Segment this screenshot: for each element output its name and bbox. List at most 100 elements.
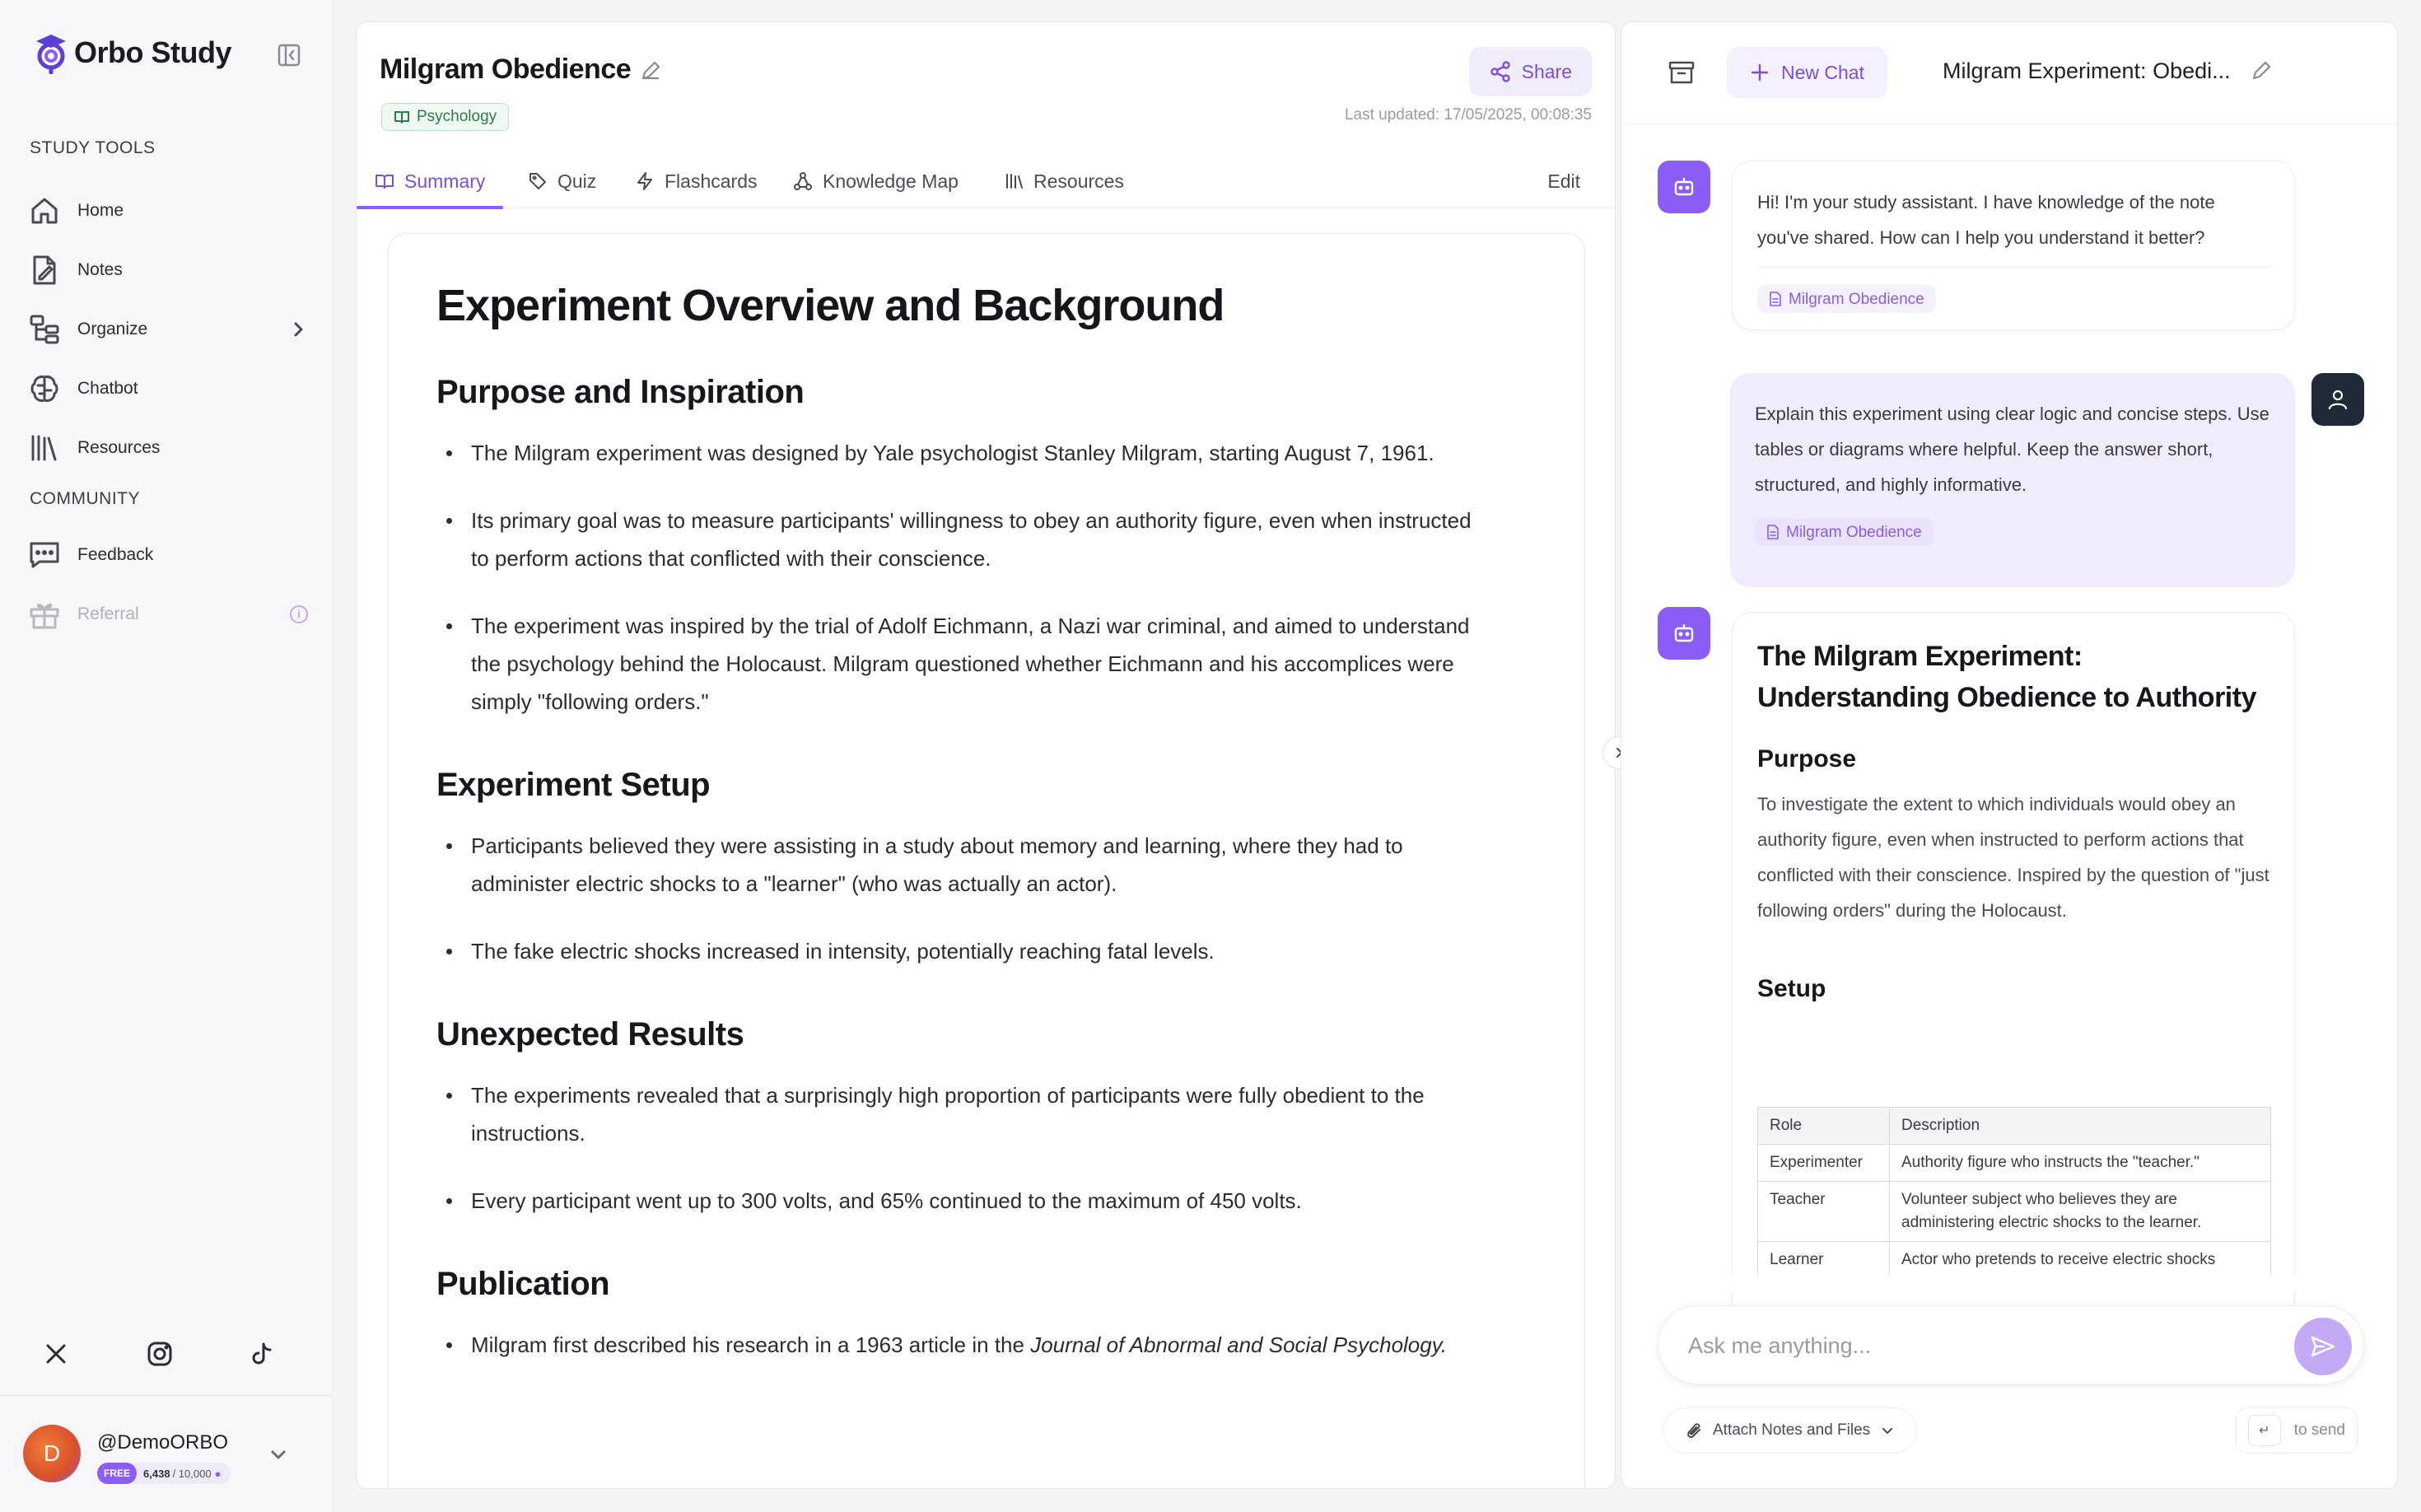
plus-icon	[1751, 63, 1769, 82]
x-link[interactable]	[41, 1339, 71, 1369]
list-item: Every participant went up to 300 volts, …	[436, 1182, 1474, 1220]
note-reference-chip[interactable]: Milgram Obedience	[1755, 518, 1934, 546]
sidebar-item-resources[interactable]: Resources	[28, 425, 308, 471]
section-heading: Unexpected Results	[436, 1016, 744, 1052]
sidebar-item-label: Organize	[77, 320, 148, 338]
credit-limit: / 10,000	[172, 1467, 212, 1480]
table-cell: Authority figure who instructs the "teac…	[1889, 1144, 2271, 1182]
message-icon	[30, 542, 59, 568]
assistant-avatar	[1658, 161, 1710, 213]
book-open-icon	[376, 175, 394, 189]
tab-summary[interactable]: Summary	[357, 154, 504, 209]
list-item: The fake electric shocks increased in in…	[436, 932, 1474, 970]
assistant-answer: The Milgram Experiment: Understanding Ob…	[1732, 612, 2295, 1337]
table-row: Experimenter Authority figure who instru…	[1757, 1144, 2271, 1182]
collapse-sidebar-button[interactable]	[277, 43, 301, 68]
send-hint: ↵ to send	[2235, 1407, 2358, 1454]
subject-tag[interactable]: Psychology	[381, 103, 510, 131]
section-heading: Publication	[436, 1266, 610, 1302]
share-icon	[1490, 61, 1510, 82]
archive-icon	[1668, 61, 1695, 84]
sidebar-item-feedback[interactable]: Feedback	[28, 532, 308, 578]
edit-note-button[interactable]: Edit	[1547, 154, 1580, 208]
chat-header: New Chat Milgram Experiment: Obedi...	[1621, 22, 2397, 124]
network-icon	[794, 172, 812, 190]
x-icon	[46, 1344, 66, 1364]
chat-title: Milgram Experiment: Obedi...	[1943, 58, 2231, 83]
bullet-list: Milgram first described his research in …	[436, 1326, 1537, 1364]
answer-section-heading: Setup	[1757, 975, 1826, 1002]
tiktok-link[interactable]	[247, 1339, 277, 1369]
table-header-row: Role Description	[1757, 1107, 2271, 1145]
section-heading: Purpose and Inspiration	[436, 374, 805, 410]
instagram-icon	[147, 1342, 172, 1366]
list-item-text: Milgram first described his research in …	[471, 1332, 1031, 1357]
tab-label: Knowledge Map	[823, 170, 959, 192]
chat-history-button[interactable]	[1668, 58, 1696, 86]
tab-quiz[interactable]: Quiz	[528, 154, 596, 208]
sidebar-item-label: Notes	[77, 260, 123, 279]
tab-flashcards[interactable]: Flashcards	[635, 154, 757, 208]
rename-chat-button[interactable]	[2251, 60, 2272, 82]
sidebar-item-notes[interactable]: Notes	[28, 247, 308, 293]
note-tabs: Summary Quiz Flashcards Knowledge Map Re…	[357, 154, 1615, 209]
message-divider	[1757, 267, 2269, 268]
plan-badge: FREE 6,438 / 10,000 ●	[97, 1463, 231, 1484]
sidebar-item-label: Chatbot	[77, 379, 138, 398]
tab-label: Resources	[1033, 170, 1124, 192]
chat-input-box	[1658, 1305, 2364, 1384]
tab-knowledge-map[interactable]: Knowledge Map	[793, 154, 959, 208]
app-name: Orbo Study	[74, 35, 232, 69]
sidebar-item-label: Feedback	[77, 545, 154, 564]
sidebar-item-home[interactable]: Home	[28, 188, 308, 234]
username: @DemoORBO	[97, 1431, 229, 1454]
list-item: The experiment was inspired by the trial…	[436, 607, 1474, 721]
list-item: The Milgram experiment was designed by Y…	[436, 434, 1474, 472]
instagram-link[interactable]	[145, 1339, 175, 1369]
table-cell: Teacher	[1757, 1181, 1890, 1242]
scroll-fade	[1621, 1274, 2397, 1290]
lightning-icon	[637, 172, 652, 190]
tab-label: Flashcards	[665, 170, 758, 192]
profile-menu-button[interactable]	[268, 1444, 288, 1464]
tab-label: Summary	[404, 170, 486, 192]
home-icon	[31, 198, 58, 224]
bullet-list: The experiments revealed that a surprisi…	[436, 1076, 1537, 1220]
sidebar-item-referral[interactable]: Referral i	[28, 591, 308, 637]
enter-key-icon: ↵	[2247, 1415, 2281, 1446]
paperclip-icon	[1687, 1423, 1700, 1439]
pencil-icon	[2252, 61, 2271, 80]
avatar[interactable]: D	[23, 1425, 81, 1482]
table-cell: Volunteer subject who believes they are …	[1889, 1181, 2271, 1242]
send-button[interactable]	[2294, 1318, 2352, 1375]
share-button[interactable]: Share	[1468, 47, 1592, 96]
list-item: The experiments revealed that a surprisi…	[436, 1076, 1474, 1152]
note-reference-chip[interactable]: Milgram Obedience	[1757, 285, 1936, 313]
tab-resources[interactable]: Resources	[1004, 154, 1124, 208]
answer-section-heading: Purpose	[1757, 745, 1857, 772]
sidebar-item-chatbot[interactable]: Chatbot	[28, 366, 308, 412]
profile-divider	[0, 1395, 333, 1396]
credit-balance: 6,438	[143, 1467, 170, 1480]
attach-files-button[interactable]: Attach Notes and Files	[1663, 1407, 1918, 1454]
edit-title-button[interactable]	[640, 60, 661, 82]
plan-label: FREE	[97, 1463, 138, 1484]
table-header: Role	[1757, 1107, 1890, 1145]
file-icon	[1767, 525, 1779, 539]
chevron-right-icon	[294, 322, 303, 337]
orbo-logo-icon	[36, 35, 66, 74]
sidebar-item-label: Referral	[77, 604, 139, 623]
chat-input[interactable]	[1688, 1328, 2265, 1364]
library-icon	[31, 435, 57, 461]
message-text: Explain this experiment using clear logi…	[1755, 404, 2269, 495]
app-logo[interactable]: Orbo Study	[33, 31, 232, 74]
note-content: Experiment Overview and Background Purpo…	[388, 233, 1585, 1488]
last-updated: Last updated: 17/05/2025, 00:08:35	[1344, 106, 1592, 124]
bot-icon	[1674, 623, 1694, 642]
sidebar: Orbo Study STUDY TOOLS Home Notes Organi…	[0, 0, 333, 1512]
credit-dot-icon: ●	[214, 1467, 222, 1480]
chevron-down-icon	[271, 1450, 286, 1459]
file-icon	[1770, 292, 1781, 306]
sidebar-item-organize[interactable]: Organize	[28, 306, 308, 352]
new-chat-button[interactable]: New Chat	[1727, 47, 1887, 98]
